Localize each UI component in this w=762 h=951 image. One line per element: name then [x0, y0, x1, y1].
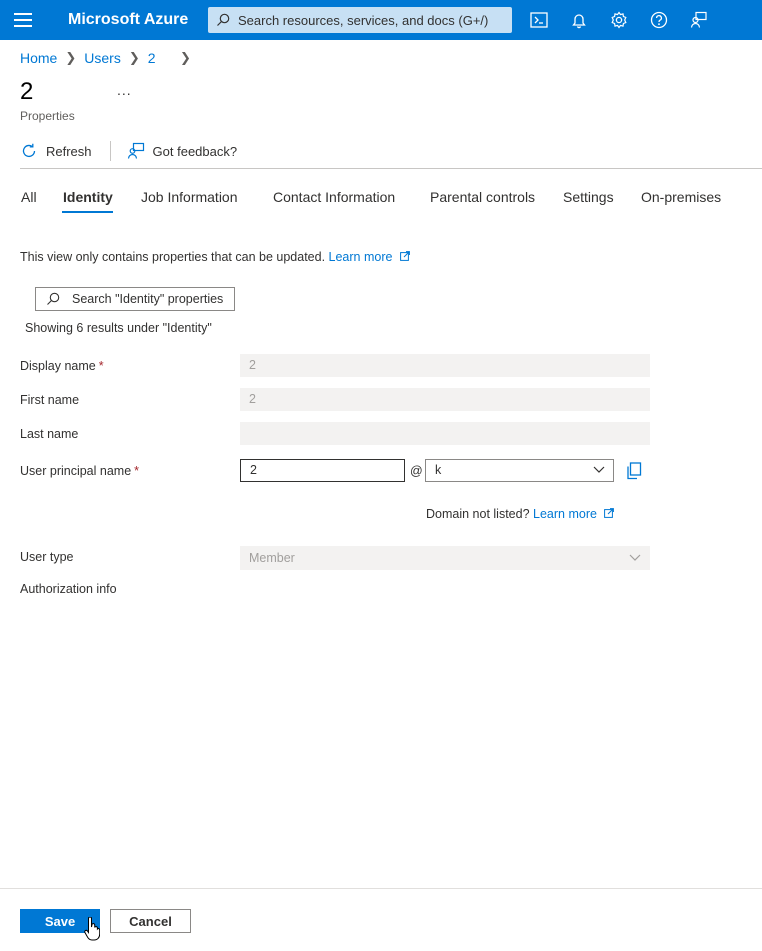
- gear-icon[interactable]: [609, 10, 629, 30]
- chevron-down-icon: [629, 554, 641, 561]
- external-link-icon: [400, 251, 410, 261]
- command-bar: Refresh Got feedback?: [20, 140, 237, 162]
- required-marker: *: [98, 359, 104, 373]
- tab-parental-controls[interactable]: Parental controls: [430, 189, 535, 205]
- display-name-field: 2: [240, 354, 650, 377]
- property-search-box[interactable]: [35, 287, 235, 311]
- top-bar: Microsoft Azure Search resources, servic…: [0, 0, 762, 40]
- cancel-button[interactable]: Cancel: [110, 909, 191, 933]
- external-link-icon: [604, 508, 615, 518]
- search-placeholder[interactable]: Search resources, services, and docs (G+…: [238, 13, 488, 28]
- info-text: This view only contains properties that …: [20, 250, 410, 264]
- upn-label: User principal name *: [20, 464, 140, 478]
- at-symbol: @: [410, 464, 423, 478]
- tab-job-information[interactable]: Job Information: [141, 189, 238, 205]
- tab-settings[interactable]: Settings: [563, 189, 614, 205]
- refresh-label: Refresh: [46, 143, 92, 159]
- domain-note-text: Domain not listed?: [426, 507, 530, 521]
- footer-divider: [0, 888, 762, 889]
- search-icon: [47, 292, 60, 305]
- domain-dropdown[interactable]: k: [425, 459, 614, 482]
- tab-all[interactable]: All: [21, 189, 37, 205]
- domain-learn-more-link[interactable]: Learn more: [533, 507, 615, 521]
- breadcrumb: Home ❯ Users ❯ 2: [20, 50, 156, 66]
- breadcrumb-users[interactable]: Users: [84, 50, 121, 66]
- required-marker: *: [134, 464, 140, 478]
- cloud-shell-icon[interactable]: [529, 10, 549, 30]
- feedback-icon[interactable]: [689, 10, 709, 30]
- page-title: 2: [20, 78, 34, 105]
- learn-more-link[interactable]: Learn more: [329, 250, 410, 264]
- chevron-right-icon: ❯: [180, 50, 191, 65]
- results-count: Showing 6 results under "Identity": [25, 321, 212, 335]
- brand-name[interactable]: Microsoft Azure: [68, 11, 188, 29]
- last-name-label: Last name: [20, 427, 79, 441]
- display-name-label: Display name *: [20, 359, 104, 373]
- refresh-button[interactable]: Refresh: [20, 142, 92, 160]
- user-type-label: User type: [20, 550, 74, 564]
- breadcrumb-home[interactable]: Home: [20, 50, 57, 66]
- chevron-right-icon: ❯: [128, 50, 140, 65]
- tab-on-premises[interactable]: On-premises: [641, 189, 721, 205]
- global-search[interactable]: Search resources, services, and docs (G+…: [208, 7, 512, 33]
- domain-note: Domain not listed? Learn more: [426, 507, 615, 521]
- breadcrumb-user[interactable]: 2: [148, 50, 156, 66]
- info-message: This view only contains properties that …: [20, 250, 326, 264]
- more-options-button[interactable]: ...: [117, 82, 132, 98]
- authorization-info-label: Authorization info: [20, 582, 117, 596]
- active-tab-indicator: [62, 211, 113, 213]
- feedback-button[interactable]: Got feedback?: [127, 142, 238, 160]
- domain-value: k: [435, 463, 442, 477]
- chevron-right-icon: ❯: [65, 50, 77, 65]
- user-type-dropdown: Member: [240, 546, 650, 570]
- tab-identity[interactable]: Identity: [63, 189, 113, 205]
- upn-username-input[interactable]: 2: [240, 459, 405, 482]
- last-name-field: [240, 422, 650, 445]
- tab-contact-information[interactable]: Contact Information: [273, 189, 395, 205]
- page-subtitle: Properties: [20, 109, 75, 123]
- search-icon: [217, 13, 230, 26]
- property-search-input[interactable]: [72, 292, 232, 306]
- first-name-label: First name: [20, 393, 80, 407]
- menu-icon[interactable]: [14, 13, 32, 27]
- feedback-label: Got feedback?: [152, 143, 238, 159]
- toolbar-divider: [109, 141, 111, 161]
- bell-icon[interactable]: [569, 10, 589, 30]
- hand-cursor-icon: [84, 917, 100, 941]
- help-icon[interactable]: [649, 10, 669, 30]
- chevron-down-icon: [593, 466, 605, 473]
- first-name-field: 2: [240, 388, 650, 411]
- toolbar-divider-line: [20, 168, 762, 169]
- user-type-value: Member: [249, 551, 295, 565]
- feedback-icon: [127, 142, 144, 159]
- refresh-icon: [22, 143, 36, 158]
- copy-icon[interactable]: [626, 462, 642, 480]
